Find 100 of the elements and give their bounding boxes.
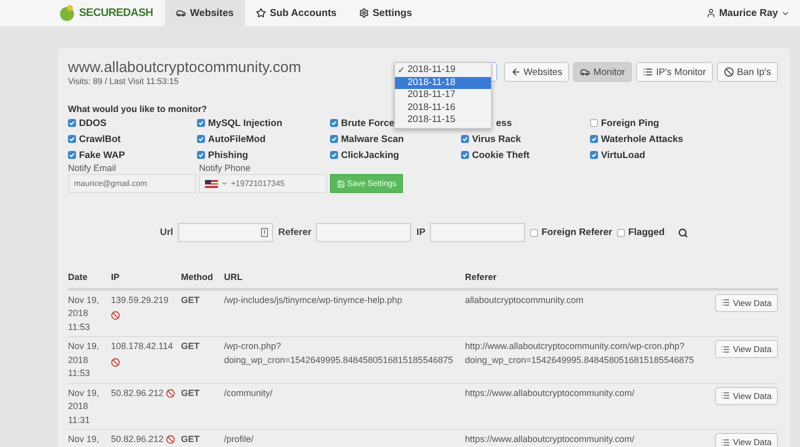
checkbox[interactable] bbox=[590, 135, 598, 143]
list-icon bbox=[721, 391, 730, 400]
ban-icon bbox=[724, 67, 734, 77]
checkbox[interactable] bbox=[590, 151, 598, 159]
url-cell-text: /wp-cron.php? doing_wp_cron=1542649995.8484580516815185546875 bbox=[224, 340, 454, 367]
nav-tab[interactable]: Settings bbox=[348, 0, 424, 26]
referer-field[interactable] bbox=[316, 223, 412, 242]
referer-cell-text: https://www.allaboutcryptocommunity.com/ bbox=[465, 386, 636, 400]
column-header: Date bbox=[68, 271, 89, 284]
checkbox-label: Malware Scan bbox=[341, 134, 404, 144]
list-icon bbox=[721, 298, 730, 307]
nav-tab[interactable]: Sub Accounts bbox=[244, 0, 348, 26]
checkbox[interactable] bbox=[330, 119, 338, 127]
checkbox-label: Virus Rack bbox=[472, 134, 521, 144]
checkbox-label: Foreign Referer bbox=[541, 227, 612, 238]
search-icon[interactable] bbox=[678, 228, 688, 238]
ban-icon[interactable] bbox=[166, 435, 175, 444]
checkbox-label: Cookie Theft bbox=[472, 150, 530, 160]
site-title: www.allaboutcryptocommunity.com bbox=[68, 60, 302, 76]
date-option[interactable]: 2018-11-17 bbox=[394, 89, 491, 102]
date-cell-text: 11:53 bbox=[68, 367, 91, 380]
referer-cell-text: http://www.allaboutcryptocommunity.com/wp-cron.php? doing_wp_cron=1542649995.8484580516815185546875 bbox=[465, 340, 695, 367]
checkbox[interactable] bbox=[68, 135, 76, 143]
filter-label: IP bbox=[416, 227, 426, 238]
view-data-button[interactable]: View Data bbox=[715, 386, 778, 404]
checkbox[interactable] bbox=[330, 151, 338, 159]
ban-icon[interactable] bbox=[111, 358, 120, 366]
toolbar-button[interactable]: Ban Ip's bbox=[716, 62, 778, 82]
method-cell-text: GET bbox=[181, 340, 201, 353]
checkbox-label: Foreign Ping bbox=[601, 118, 660, 128]
checkbox[interactable] bbox=[590, 119, 598, 127]
date-cell-text: Nov 19, bbox=[68, 340, 100, 353]
checkbox-label: Flagged bbox=[628, 227, 665, 238]
list-icon bbox=[721, 438, 730, 446]
ban-icon[interactable] bbox=[166, 388, 175, 398]
column-header: IP bbox=[111, 271, 121, 284]
arrow-icon bbox=[510, 67, 521, 77]
checkbox[interactable] bbox=[461, 151, 469, 159]
field-label: Notify Phone bbox=[199, 163, 252, 173]
list-icon bbox=[643, 67, 654, 77]
ban-icon[interactable] bbox=[111, 311, 120, 320]
checkbox-label: DDOS bbox=[79, 118, 106, 128]
check-mark: ✓ bbox=[398, 64, 406, 76]
checkbox[interactable] bbox=[461, 135, 469, 143]
method-cell-text: GET bbox=[181, 433, 201, 446]
checkbox[interactable] bbox=[197, 151, 205, 159]
checkbox[interactable] bbox=[68, 119, 76, 127]
flag-icon bbox=[205, 180, 218, 188]
date-cell-text: Nov 19, bbox=[68, 386, 100, 400]
url-cell-text: /community/ bbox=[224, 386, 274, 400]
car-icon bbox=[580, 67, 590, 77]
date-option[interactable]: 2018-11-18 bbox=[394, 76, 491, 89]
date-option[interactable]: 2018-11-15 bbox=[394, 114, 491, 126]
url-cell-text: /wp-includes/js/tinymce/wp-tinymce-help.php bbox=[224, 294, 404, 307]
checkbox[interactable] bbox=[197, 119, 205, 127]
method-cell-text: GET bbox=[181, 386, 201, 400]
toolbar-button[interactable]: IP's Monitor bbox=[636, 62, 713, 82]
view-data-button[interactable]: View Data bbox=[715, 340, 778, 358]
toolbar-button[interactable]: Websites bbox=[504, 62, 570, 82]
nav-tab[interactable]: Websites bbox=[165, 0, 245, 26]
column-header: Referer bbox=[465, 271, 498, 284]
monitor-question: What would you like to monitor? bbox=[68, 104, 207, 114]
checkbox-label: Brute Force bbox=[341, 118, 394, 128]
phone-field[interactable]: +19721017345 bbox=[199, 174, 327, 193]
checkbox-label: ess bbox=[496, 118, 512, 128]
checkbox[interactable] bbox=[617, 228, 626, 236]
referer-cell-text: https://www.allaboutcryptocommunity.com/ bbox=[465, 433, 636, 446]
url-cell-text: /profile/ bbox=[224, 433, 255, 446]
star-icon bbox=[256, 8, 266, 18]
date-option[interactable]: ✓ 2018-11-19 bbox=[394, 64, 491, 76]
checkbox[interactable] bbox=[330, 135, 338, 143]
date-cell-text: 2018 bbox=[68, 307, 90, 320]
list-icon bbox=[721, 344, 730, 354]
email-field[interactable]: maurice@gmail.com bbox=[68, 174, 196, 193]
checkbox[interactable] bbox=[530, 228, 538, 236]
user-icon bbox=[706, 8, 716, 18]
column-header: URL bbox=[224, 271, 244, 284]
checkbox-label: Fake WAP bbox=[79, 150, 125, 160]
checkbox-label: ClickJacking bbox=[341, 150, 400, 160]
site-stats: Visits: 89 / Last Visit 11:53:15 bbox=[68, 76, 180, 86]
view-data-button[interactable]: View Data bbox=[715, 433, 778, 447]
save-icon bbox=[337, 180, 345, 188]
checkbox-label: Waterhole Attacks bbox=[601, 134, 684, 144]
view-data-button[interactable]: View Data bbox=[715, 294, 778, 312]
checkbox[interactable] bbox=[68, 151, 76, 159]
ip-cell-text: 139.59.29.219 bbox=[111, 294, 169, 306]
date-cell-text: 11:31 bbox=[68, 414, 91, 426]
caret-icon bbox=[221, 180, 228, 187]
toolbar-button[interactable]: Monitor bbox=[573, 62, 632, 82]
date-cell-text: Nov 19, bbox=[68, 433, 100, 446]
brand-name: SECUREDASH bbox=[79, 7, 154, 19]
date-cell-text: 2018 bbox=[68, 400, 90, 413]
checkbox[interactable] bbox=[197, 135, 205, 143]
checkbox-label: VirtuLoad bbox=[601, 150, 646, 160]
method-cell-text: GET bbox=[181, 294, 201, 306]
referer-cell-text: allaboutcryptocommunity.com bbox=[465, 294, 584, 307]
date-option[interactable]: 2018-11-16 bbox=[394, 102, 491, 114]
user-menu[interactable]: Maurice Ray bbox=[706, 0, 790, 26]
ip-field[interactable] bbox=[430, 223, 526, 242]
url-field[interactable] bbox=[178, 223, 274, 242]
